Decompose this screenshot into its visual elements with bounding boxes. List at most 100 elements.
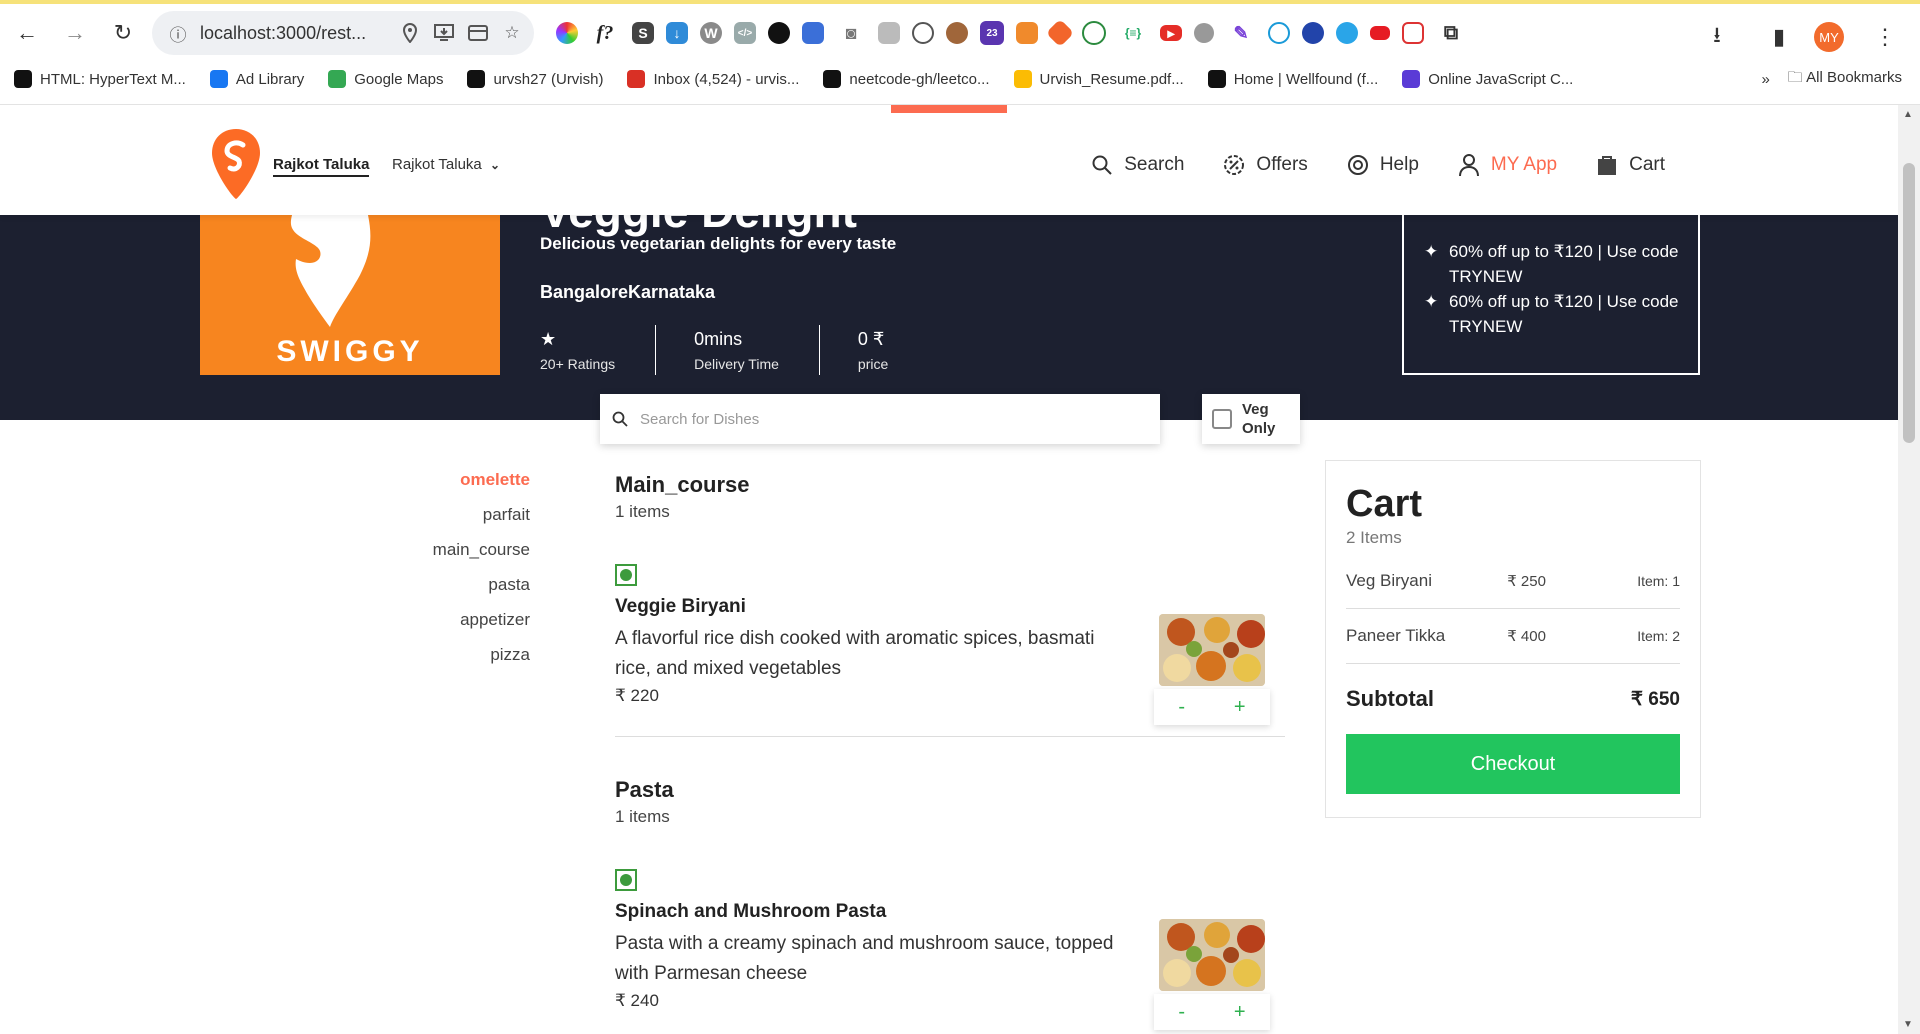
reload-icon[interactable]: ↻ (102, 12, 144, 54)
pen-extension-icon[interactable]: ✎ (1226, 18, 1256, 48)
increment-button[interactable]: + (1234, 1001, 1246, 1024)
nav-label: Cart (1629, 154, 1665, 175)
bookmark-item[interactable]: Google Maps (328, 70, 443, 88)
bug-extension-icon[interactable] (1194, 23, 1214, 43)
nav-label: Search (1124, 154, 1185, 175)
profile-avatar[interactable]: MY (1814, 22, 1844, 52)
category-item[interactable]: pasta (300, 567, 530, 602)
install-app-icon[interactable] (432, 21, 456, 45)
diamond-extension-icon[interactable] (1045, 18, 1075, 48)
page-viewport: Rajkot Taluka Rajkot Taluka ⌄ Search Offe… (0, 105, 1898, 1034)
forward-arrow-icon[interactable]: → (54, 12, 96, 54)
card-icon[interactable] (466, 21, 490, 45)
decrement-button[interactable]: - (1178, 1001, 1185, 1024)
bookmark-item[interactable]: HTML: HyperText M... (14, 70, 186, 88)
bookmark-item[interactable]: Inbox (4,524) - urvis... (627, 70, 799, 88)
stat-ratings: ★ 20+ Ratings (540, 325, 657, 375)
address-bar[interactable]: ⓘ localhost:3000/rest... ☆ (152, 11, 534, 55)
site-info-icon[interactable]: ⓘ (166, 21, 190, 45)
scroll-down-icon[interactable]: ▼ (1903, 1019, 1913, 1030)
dish-search-input[interactable]: Search for Dishes (600, 394, 1160, 444)
restaurant-tagline: Delicious vegetarian delights for every … (540, 234, 897, 253)
bookmark-item[interactable]: Ad Library (209, 70, 304, 88)
code-extension-icon[interactable]: </> (734, 22, 756, 44)
nav-search[interactable]: Search (1090, 153, 1184, 177)
quantity-stepper[interactable]: - + (1154, 994, 1270, 1030)
location-dropdown[interactable]: Rajkot Taluka ⌄ (392, 156, 500, 173)
nav-help[interactable]: Help (1346, 153, 1419, 177)
download-extension-icon[interactable]: ↓ (666, 22, 688, 44)
cookie-extension-icon[interactable] (946, 22, 968, 44)
all-bookmarks[interactable]: 🗀 All Bookmarks (1788, 67, 1902, 92)
github-icon (467, 70, 486, 88)
wave-extension-icon[interactable] (1336, 22, 1358, 44)
increment-button[interactable]: + (1234, 696, 1246, 719)
hat-extension-icon[interactable]: 23 (980, 21, 1004, 45)
stat-delivery-time: 0mins Delivery Time (694, 325, 820, 375)
font-extension-icon[interactable]: f? (590, 18, 620, 48)
cart-item-name: Paneer Tikka (1346, 626, 1446, 645)
bookmark-item[interactable]: Home | Wellfound (f... (1207, 70, 1378, 88)
bookmark-item[interactable]: Online JavaScript C... (1402, 70, 1573, 88)
face-extension-icon[interactable] (912, 22, 934, 44)
scroll-up-icon[interactable]: ▲ (1903, 109, 1913, 120)
scrollbar-thumb[interactable] (1903, 163, 1915, 443)
location-primary[interactable]: Rajkot Taluka (273, 156, 370, 177)
bookmark-item[interactable]: neetcode-gh/leetco... (823, 70, 990, 88)
bookmark-item[interactable]: urvsh27 (Urvish) (467, 70, 603, 88)
meta-icon (209, 70, 228, 88)
target-extension-icon[interactable] (1402, 22, 1424, 44)
restaurant-hero: SWIGGY Veggie Delight Delicious vegetari… (0, 185, 1898, 420)
veg-only-checkbox[interactable] (1212, 409, 1232, 429)
search-placeholder[interactable]: Search for Dishes (640, 411, 759, 428)
page-scrollbar[interactable]: ▲ ▼ (1898, 105, 1920, 1034)
section-count: 1 items (615, 502, 670, 521)
clock-extension-icon[interactable] (1082, 21, 1106, 45)
veg-dot (620, 874, 632, 886)
category-item[interactable]: main_course (300, 532, 530, 567)
swiggy-logo-icon[interactable] (210, 127, 262, 201)
quantity-stepper[interactable]: - + (1154, 689, 1270, 725)
ytred-extension-icon[interactable] (1370, 26, 1390, 40)
location-pin-icon[interactable] (398, 21, 422, 45)
category-sidebar: omelette parfait main_course pasta appetizer… (300, 462, 530, 672)
page-extension-icon[interactable] (802, 22, 824, 44)
fox-extension-icon[interactable] (1016, 22, 1038, 44)
nav-cart[interactable]: Cart (1595, 153, 1665, 177)
zoom-extension-icon[interactable] (1268, 22, 1290, 44)
dish-item: Veggie Biryani A flavorful rice dish cook… (615, 564, 1285, 725)
json-extension-icon[interactable]: {≡} (1118, 18, 1148, 48)
offer-item: ✦ 60% off up to ₹120 | Use code TRYNEW (1424, 289, 1680, 339)
bookmark-label: neetcode-gh/leetco... (849, 70, 990, 88)
checkout-button[interactable]: Checkout (1346, 734, 1680, 794)
decrement-button[interactable]: - (1178, 696, 1185, 719)
category-item[interactable]: parfait (300, 497, 530, 532)
restaurant-brand-text: SWIGGY (276, 335, 424, 368)
bookmark-star-icon[interactable]: ☆ (500, 21, 524, 45)
planet-extension-icon[interactable] (1302, 22, 1324, 44)
chevron-double-right-icon[interactable]: » (1761, 71, 1769, 88)
category-item[interactable]: omelette (300, 462, 530, 497)
category-item[interactable]: pizza (300, 637, 530, 672)
downloads-icon[interactable]: ⭳ (1696, 16, 1738, 58)
puzzle-extension-icon[interactable]: ⧉ (1436, 18, 1466, 48)
bookmark-item[interactable]: Urvish_Resume.pdf... (1013, 70, 1184, 88)
grid-extension-icon[interactable] (878, 22, 900, 44)
camera-extension-icon[interactable]: ◙ (836, 18, 866, 48)
veg-only-toggle[interactable]: Veg Only (1202, 394, 1300, 444)
browser-right-controls: ⭳ ▮ MY ⋮ (1690, 16, 1906, 58)
sparkle-icon: ✦ (1424, 242, 1439, 261)
url-text[interactable]: localhost:3000/rest... (200, 23, 388, 44)
dish-image (1159, 614, 1265, 686)
youtube-extension-icon[interactable]: ▸ (1160, 25, 1182, 41)
menu-kebab-icon[interactable]: ⋮ (1864, 16, 1906, 58)
nav-my-app[interactable]: MY App (1457, 153, 1557, 177)
s-extension-icon[interactable]: S (632, 22, 654, 44)
colorpick-extension-icon[interactable] (556, 22, 578, 44)
side-panel-icon[interactable]: ▮ (1758, 16, 1800, 58)
nav-offers[interactable]: Offers (1222, 153, 1308, 177)
ghost-extension-icon[interactable] (768, 22, 790, 44)
category-item[interactable]: appetizer (300, 602, 530, 637)
back-arrow-icon[interactable]: ← (6, 12, 48, 54)
wordpress-extension-icon[interactable]: W (700, 22, 722, 44)
